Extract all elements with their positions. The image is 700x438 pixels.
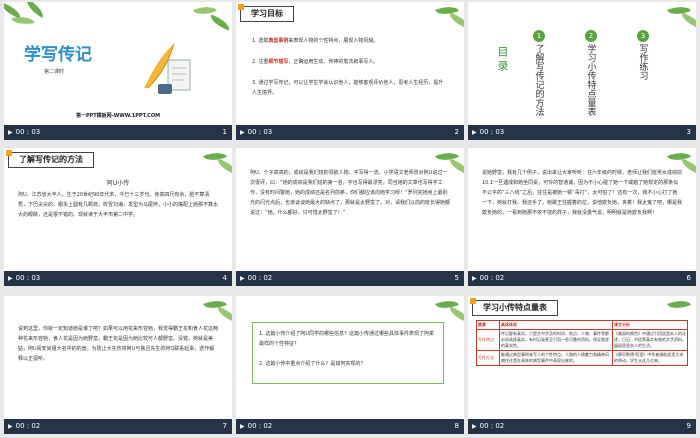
slide-time: 00 : 02 bbox=[247, 274, 273, 282]
leaf-decoration bbox=[679, 12, 696, 29]
table-cell: 《穆罕默德·阿里》中作者借助居里大米的举动。学生从这几位来。 bbox=[612, 350, 688, 366]
slide-title: 学习小传特点量表 bbox=[470, 298, 558, 316]
slide-time: 00 : 02 bbox=[479, 274, 505, 282]
table-header-cell: 课文分析 bbox=[612, 320, 688, 330]
slide-time: 00 : 02 bbox=[15, 422, 41, 430]
feature-table: 要素 具体体现 课文分析 写作特点 传记要有真实。只是文中涉及的时间、地点、人物… bbox=[476, 320, 688, 366]
goal-item-1: 1. 选取典型事例来表现人物的个性特点，展现人物风貌。 bbox=[252, 38, 379, 44]
slide-number: 7 bbox=[222, 422, 227, 430]
leaf-decoration bbox=[215, 158, 232, 175]
question-box: 1. 这篇小传介绍了阿U同学的哪些信息？这篇小传通过哪些具体事件表现了阿柔最样的… bbox=[252, 322, 444, 384]
slide-status-bar: ▶ 00 : 03 1 bbox=[4, 125, 232, 140]
passage-text: 说到这里，你就一定知道她是谁了吧？如果可以用花来形容她，我觉得霸王花和食人花这两… bbox=[18, 326, 219, 362]
play-icon[interactable]: ▶ bbox=[472, 423, 477, 430]
section-label: 写作练习 bbox=[637, 44, 648, 80]
leaf-decoration bbox=[23, 2, 47, 18]
leaf-decoration bbox=[667, 296, 691, 313]
quill-pen-icon bbox=[144, 43, 191, 94]
slide-status-bar: ▶ 00 : 03 4 bbox=[4, 271, 232, 286]
slide-status-bar: ▶ 00 : 03 2 bbox=[236, 125, 464, 140]
play-icon[interactable]: ▶ bbox=[472, 275, 477, 282]
slide-number: 3 bbox=[686, 128, 691, 136]
slide-status-bar: ▶ 00 : 02 8 bbox=[236, 419, 464, 434]
table-cell: 写作方法 bbox=[476, 350, 500, 366]
slide-number: 5 bbox=[454, 274, 459, 282]
section-number-badge: 1 bbox=[533, 30, 545, 42]
slide-thumbnail-3[interactable]: 目录 1 了解写传记的方法 2 学习小传特点量表 3 写作练习 ▶ 00 : 03… bbox=[468, 2, 696, 140]
play-icon[interactable]: ▶ bbox=[472, 129, 477, 136]
toc-section-1[interactable]: 1 了解写传记的方法 bbox=[532, 30, 546, 116]
table-cell: 《美丽的颜色》中通过引用居里夫人的论述，日记、书信等真实有效的文字资料，展现居里… bbox=[612, 329, 688, 351]
question-1: 1. 这篇小传介绍了阿U同学的哪些信息？这篇小传通过哪些具体事件表现了阿柔最样的… bbox=[259, 331, 435, 347]
goal-item-2: 2. 注重细节描写，正确运用生动、传神的笔法叙事写人。 bbox=[252, 59, 379, 65]
play-icon[interactable]: ▶ bbox=[8, 275, 13, 282]
passage-text: 阿U，个子高高的，成绩是我们班的领航人物，字写得一流，小学语文老师曾对阿U说过一… bbox=[250, 170, 451, 216]
table-cell: 传记要有真实。只是文中涉及的时间、地点、人物、事件等都必须具体真实，有时记录甚至… bbox=[499, 329, 613, 351]
play-icon[interactable]: ▶ bbox=[8, 129, 13, 136]
table-row: 写作方法 能通过典型事例来写人的个性特点。人物的人格魅力和精神风貌往往是在具体的… bbox=[476, 350, 688, 366]
slide-thumbnail-8[interactable]: 1. 这篇小传介绍了阿U同学的哪些信息？这篇小传通过哪些具体事件表现了阿柔最样的… bbox=[236, 296, 464, 434]
slide-number: 9 bbox=[686, 422, 691, 430]
slide-number: 4 bbox=[222, 274, 227, 282]
slide-thumbnail-5[interactable]: 阿U，个子高高的，成绩是我们班的领航人物，字写得一流，小学语文老师曾对阿U说过一… bbox=[236, 148, 464, 286]
slide-title: 学习目标 bbox=[238, 4, 294, 22]
slide-thumbnail-6[interactable]: 说她野蛮，我有几个例子，说出来让大家听听：在六年级的时候，老师让我们班男女成绩前… bbox=[468, 148, 696, 286]
toc-section-3[interactable]: 3 写作练习 bbox=[636, 30, 650, 80]
slide-subtitle: 第二课时 bbox=[44, 69, 65, 75]
slide-status-bar: ▶ 00 : 02 6 bbox=[468, 271, 696, 286]
leaf-decoration bbox=[447, 306, 464, 323]
slide-status-bar: ▶ 00 : 02 9 bbox=[468, 419, 696, 434]
passage-heading: 阿U小传 bbox=[106, 180, 130, 187]
slide-status-bar: ▶ 00 : 02 7 bbox=[4, 419, 232, 434]
play-icon[interactable]: ▶ bbox=[240, 275, 245, 282]
slide-number: 8 bbox=[454, 422, 459, 430]
slide-thumbnail-9[interactable]: 学习小传特点量表 要素 具体体现 课文分析 写作特点 传记要有真实。只是文中涉及… bbox=[468, 296, 696, 434]
slide-number: 2 bbox=[454, 128, 459, 136]
section-number-badge: 2 bbox=[585, 30, 597, 42]
slide-number: 1 bbox=[222, 128, 227, 136]
table-header-cell: 要素 bbox=[476, 320, 500, 330]
leaf-decoration bbox=[215, 306, 232, 323]
slide-time: 00 : 03 bbox=[247, 128, 273, 136]
goal-item-3: 3. 通过学写传记，可以让学生学会认识他人，能够客观评价他人，思考人生经历，提升… bbox=[252, 80, 444, 96]
passage-text: 说她野蛮，我有几个例子，说出来让大家听听：在六年级的时候，老师让我们班男女成绩前… bbox=[482, 170, 683, 216]
section-number-badge: 3 bbox=[637, 30, 649, 42]
slide-status-bar: ▶ 00 : 03 3 bbox=[468, 125, 696, 140]
table-row: 写作特点 传记要有真实。只是文中涉及的时间、地点、人物、事件等都必须具体真实，有… bbox=[476, 329, 688, 351]
slide-title: 了解写传记的方法 bbox=[6, 150, 94, 168]
slide-time: 00 : 03 bbox=[479, 128, 505, 136]
slide-time: 00 : 03 bbox=[15, 274, 41, 282]
toc-section-2[interactable]: 2 学习小传特点量表 bbox=[584, 30, 598, 116]
play-icon[interactable]: ▶ bbox=[240, 129, 245, 136]
leaf-decoration bbox=[208, 14, 232, 31]
question-2: 2. 这篇小传中重点介绍了什么？是如何实现的？ bbox=[259, 361, 366, 367]
slide-number: 6 bbox=[686, 274, 691, 282]
slide-thumbnail-7[interactable]: 说到这里，你就一定知道她是谁了吧？如果可以用花来形容她，我觉得霸王花和食人花这两… bbox=[4, 296, 232, 434]
table-header-cell: 具体体现 bbox=[499, 320, 613, 330]
leaf-decoration bbox=[447, 12, 464, 29]
slide-status-bar: ▶ 00 : 02 5 bbox=[236, 271, 464, 286]
slide-thumbnail-1[interactable]: 学写传记 第二课时 第一PPT模板网-WWW.1PPT.COM ▶ 00 : 03… bbox=[4, 2, 232, 140]
play-icon[interactable]: ▶ bbox=[240, 423, 245, 430]
toc-title: 目录 bbox=[496, 46, 509, 74]
slide-time: 00 : 02 bbox=[247, 422, 273, 430]
table-cell: 写作特点 bbox=[476, 329, 500, 351]
slide-footer: 第一PPT模板网-WWW.1PPT.COM bbox=[75, 113, 161, 119]
passage-text: 阿U，江苏省大丰人，生于20世纪90年代末，今已十三岁也。身高四尺有余，脸不算清… bbox=[18, 192, 219, 218]
slide-title: 学写传记 bbox=[24, 45, 92, 65]
slide-thumbnail-2[interactable]: 学习目标 1. 选取典型事例来表现人物的个性特点，展现人物风貌。 2. 注重细节… bbox=[236, 2, 464, 140]
slide-time: 00 : 02 bbox=[479, 422, 505, 430]
slide-time: 00 : 03 bbox=[15, 128, 41, 136]
table-cell: 能通过典型事例来写人的个性特点。人物的人格魅力和精神风貌往往是在具体的典型事件中… bbox=[499, 350, 613, 366]
section-label: 了解写传记的方法 bbox=[533, 44, 544, 116]
play-icon[interactable]: ▶ bbox=[8, 423, 13, 430]
section-label: 学习小传特点量表 bbox=[585, 44, 596, 116]
slide-thumbnail-4[interactable]: 了解写传记的方法 阿U小传 阿U，江苏省大丰人，生于20世纪90年代末，今已十三… bbox=[4, 148, 232, 286]
